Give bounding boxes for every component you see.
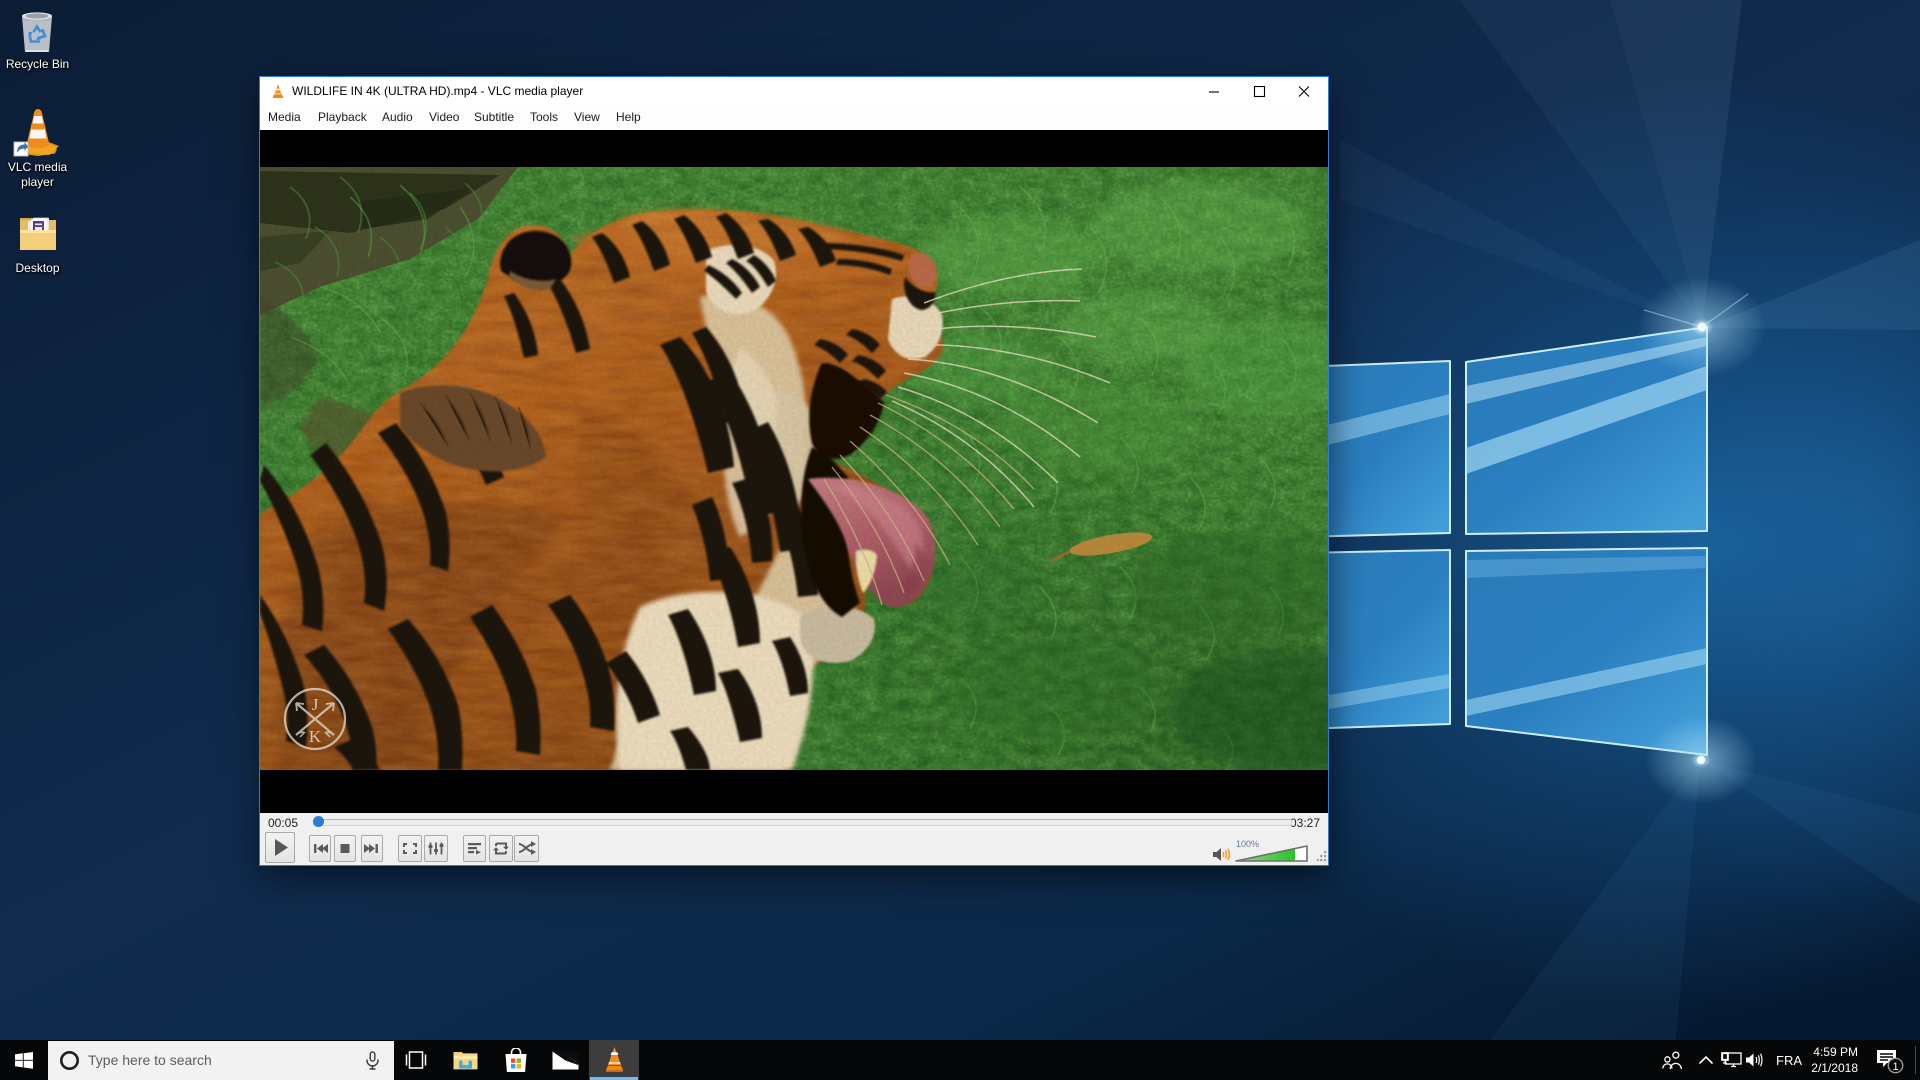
svg-text:1: 1	[1892, 1061, 1898, 1073]
svg-text:J: J	[312, 695, 319, 714]
svg-text:K: K	[309, 727, 322, 746]
